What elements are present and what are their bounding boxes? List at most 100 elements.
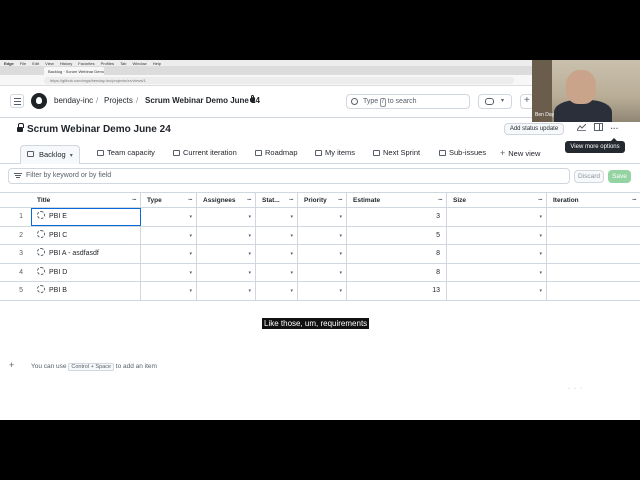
more-options-icon[interactable]: ···: [608, 123, 621, 135]
priority-cell[interactable]: ▾: [298, 226, 347, 245]
estimate-cell[interactable]: 8: [347, 245, 447, 263]
mac-menu-item[interactable]: History: [60, 61, 72, 66]
breadcrumb-org[interactable]: benday-inc: [54, 96, 93, 105]
copilot-button[interactable]: ▾: [478, 94, 512, 109]
column-menu-icon[interactable]: ···: [338, 193, 343, 208]
add-item-hint: You can use Control + Space to add an it…: [31, 363, 157, 371]
tab-team-capacity[interactable]: Team capacity: [95, 146, 155, 160]
save-button[interactable]: Save: [608, 170, 631, 183]
iteration-cell[interactable]: [547, 282, 640, 300]
assignees-cell[interactable]: ▾: [197, 226, 256, 245]
estimate-cell[interactable]: 13: [347, 282, 447, 300]
assignees-cell[interactable]: ▾: [197, 208, 256, 226]
iteration-cell[interactable]: [547, 208, 640, 226]
priority-cell[interactable]: ▾: [298, 208, 347, 226]
status-cell[interactable]: ▾: [256, 208, 298, 226]
assignees-cell[interactable]: ▾: [197, 245, 256, 263]
mac-menu-item[interactable]: View: [45, 61, 54, 66]
type-cell[interactable]: ▾: [141, 208, 197, 226]
mac-menu-item[interactable]: Profiles: [101, 61, 114, 66]
browser-tab[interactable]: Backlog · Scrum Webinar Demo J...: [44, 67, 104, 75]
column-header-priority[interactable]: Priority ···: [298, 193, 347, 208]
mac-menu-item[interactable]: File: [20, 61, 26, 66]
column-menu-icon[interactable]: ···: [632, 193, 637, 208]
estimate-cell[interactable]: 5: [347, 226, 447, 245]
breadcrumb-projects[interactable]: Projects: [104, 96, 133, 105]
column-menu-icon[interactable]: ···: [188, 193, 193, 208]
estimate-cell[interactable]: 3: [347, 208, 447, 226]
filter-input[interactable]: Filter by keyword or by field: [8, 168, 570, 184]
tab-current-iteration[interactable]: Current iteration: [171, 146, 237, 160]
mac-menu-item[interactable]: Favorites: [78, 61, 94, 66]
tab-my-items[interactable]: My items: [313, 146, 355, 160]
search-input[interactable]: Type / to search: [346, 94, 470, 109]
table-row[interactable]: 4 PBI D ▾ ▾ ▾ ▾ 8 ▾: [0, 263, 640, 282]
column-menu-icon[interactable]: ···: [289, 193, 294, 208]
assignees-cell[interactable]: ▾: [197, 282, 256, 300]
status-cell[interactable]: ▾: [256, 282, 298, 300]
column-menu-icon[interactable]: ···: [538, 193, 543, 208]
priority-cell[interactable]: ▾: [298, 282, 347, 300]
tab-next-sprint[interactable]: Next Sprint: [371, 146, 420, 160]
github-logo-icon[interactable]: [31, 93, 47, 109]
add-status-update-button[interactable]: Add status update: [504, 123, 564, 135]
mac-menu-item[interactable]: Edge: [4, 61, 14, 66]
title-cell[interactable]: PBI D: [31, 263, 141, 282]
discard-button[interactable]: Discard: [574, 170, 604, 183]
column-header-estimate[interactable]: Estimate ···: [347, 193, 447, 208]
column-header-title[interactable]: Title ···: [31, 193, 141, 208]
status-cell[interactable]: ▾: [256, 226, 298, 245]
column-label: Priority: [304, 197, 327, 204]
tab-label: Next Sprint: [383, 148, 421, 157]
new-view-button[interactable]: + New view: [500, 146, 540, 160]
insights-icon[interactable]: [575, 123, 588, 135]
mac-menu-item[interactable]: Window: [132, 61, 146, 66]
size-cell[interactable]: ▾: [447, 226, 547, 245]
table-row[interactable]: 2 PBI C ▾ ▾ ▾ ▾ 5 ▾: [0, 226, 640, 245]
sidebar-panel-icon[interactable]: [592, 123, 605, 135]
assignees-cell[interactable]: ▾: [197, 263, 256, 282]
column-menu-icon[interactable]: ···: [247, 193, 252, 208]
tab-sub-issues[interactable]: Sub-issues: [437, 146, 486, 160]
column-menu-icon[interactable]: ···: [132, 193, 137, 208]
status-cell[interactable]: ▾: [256, 245, 298, 263]
estimate-cell[interactable]: 8: [347, 263, 447, 282]
table-row[interactable]: 1 PBI E ▾ ▾ ▾ ▾ 3 ▾: [0, 208, 640, 227]
iteration-cell[interactable]: [547, 264, 640, 282]
type-cell[interactable]: ▾: [141, 263, 197, 282]
column-header-status[interactable]: Stat... ···: [256, 193, 298, 208]
url-field[interactable]: https://github.com/orgs/benday-inc/proje…: [44, 77, 514, 84]
table-row[interactable]: 5 PBI B ▾ ▾ ▾ ▾ 13 ▾: [0, 282, 640, 301]
table-row[interactable]: 3 PBI A - asdfasdf ▾ ▾ ▾ ▾ 8 ▾: [0, 245, 640, 264]
type-cell[interactable]: ▾: [141, 245, 197, 263]
mac-menu-item[interactable]: Help: [153, 61, 161, 66]
tab-backlog[interactable]: Backlog ▾: [20, 145, 80, 164]
size-cell[interactable]: ▾: [447, 245, 547, 263]
title-cell[interactable]: PBI B: [31, 282, 141, 300]
type-cell[interactable]: ▾: [141, 226, 197, 245]
title-cell[interactable]: PBI A - asdfasdf: [31, 245, 141, 263]
type-cell[interactable]: ▾: [141, 282, 197, 300]
mac-menu-item[interactable]: Tab: [120, 61, 126, 66]
mac-menu-item[interactable]: Edit: [32, 61, 39, 66]
column-header-size[interactable]: Size ···: [447, 193, 547, 208]
title-cell[interactable]: PBI E: [31, 208, 141, 226]
size-cell[interactable]: ▾: [447, 263, 547, 282]
iteration-cell[interactable]: [547, 227, 640, 245]
priority-cell[interactable]: ▾: [298, 245, 347, 263]
add-item-row[interactable]: + You can use Control + Space to add an …: [0, 359, 640, 375]
size-cell[interactable]: ▾: [447, 282, 547, 300]
column-header-type[interactable]: Type ···: [141, 193, 197, 208]
status-cell[interactable]: ▾: [256, 263, 298, 282]
column-menu-icon[interactable]: ···: [438, 193, 443, 208]
breadcrumb-project[interactable]: Scrum Webinar Demo June 24: [145, 96, 260, 105]
plus-icon[interactable]: +: [9, 360, 14, 370]
iteration-cell[interactable]: [547, 245, 640, 263]
menu-icon[interactable]: [10, 94, 24, 108]
size-cell[interactable]: ▾: [447, 208, 547, 226]
priority-cell[interactable]: ▾: [298, 263, 347, 282]
column-header-assignees[interactable]: Assignees ···: [197, 193, 256, 208]
tab-roadmap[interactable]: Roadmap: [253, 146, 298, 160]
title-cell[interactable]: PBI C: [31, 226, 141, 245]
column-header-iteration[interactable]: Iteration ···: [547, 193, 640, 208]
